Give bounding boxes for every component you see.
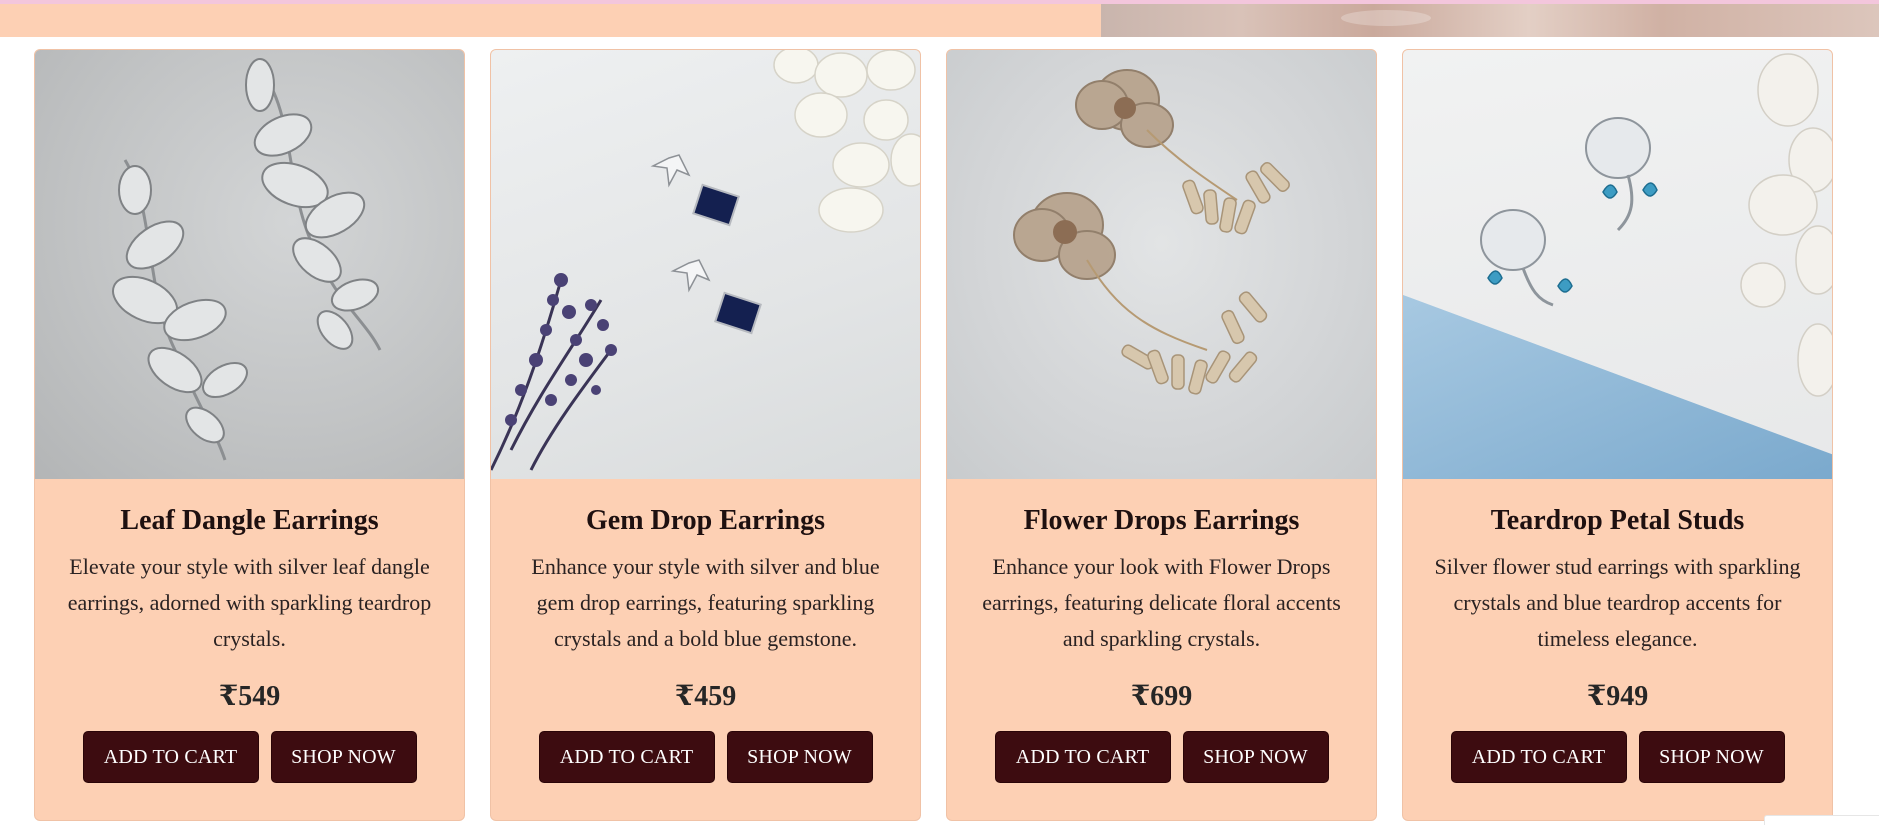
- product-card: Gem Drop Earrings Enhance your style wit…: [490, 49, 921, 821]
- product-card: Flower Drops Earrings Enhance your look …: [946, 49, 1377, 821]
- product-price: ₹549: [218, 681, 281, 712]
- product-grid: Leaf Dangle Earrings Elevate your style …: [34, 49, 1833, 821]
- product-title: Teardrop Petal Studs: [1490, 505, 1745, 536]
- shop-now-button[interactable]: SHOP NOW: [1638, 731, 1785, 783]
- product-price: ₹949: [1586, 681, 1649, 712]
- product-description: Silver flower stud earrings with sparkli…: [1434, 554, 1801, 651]
- hero-banner: [0, 4, 1879, 37]
- product-title: Gem Drop Earrings: [585, 505, 826, 536]
- add-to-cart-button[interactable]: ADD TO CART: [538, 731, 715, 783]
- floating-widget-edge: [1764, 815, 1879, 825]
- product-image-teardrop-petal-studs[interactable]: [1403, 50, 1832, 479]
- product-title: Leaf Dangle Earrings: [120, 505, 379, 536]
- product-description: Enhance your look with Flower Drops earr…: [982, 554, 1341, 651]
- product-title: Flower Drops Earrings: [1023, 505, 1300, 536]
- product-price: ₹459: [674, 681, 737, 712]
- product-price: ₹699: [1130, 681, 1193, 712]
- shop-now-button[interactable]: SHOP NOW: [1182, 731, 1329, 783]
- product-card: Leaf Dangle Earrings Elevate your style …: [34, 49, 465, 821]
- product-description: Elevate your style with silver leaf dang…: [67, 554, 432, 651]
- shop-now-button[interactable]: SHOP NOW: [726, 731, 873, 783]
- product-description: Enhance your style with silver and blue …: [531, 554, 880, 651]
- shop-now-button[interactable]: SHOP NOW: [270, 731, 417, 783]
- add-to-cart-button[interactable]: ADD TO CART: [1450, 731, 1627, 783]
- add-to-cart-button[interactable]: ADD TO CART: [994, 731, 1171, 783]
- product-image-gem-drop-earrings[interactable]: [491, 50, 920, 479]
- add-to-cart-button[interactable]: ADD TO CART: [82, 731, 259, 783]
- product-image-flower-drops-earrings[interactable]: [947, 50, 1376, 479]
- banner-photo: [1101, 4, 1879, 37]
- product-image-leaf-earrings[interactable]: [35, 50, 464, 479]
- product-card: Teardrop Petal Studs Silver flower stud …: [1402, 49, 1833, 821]
